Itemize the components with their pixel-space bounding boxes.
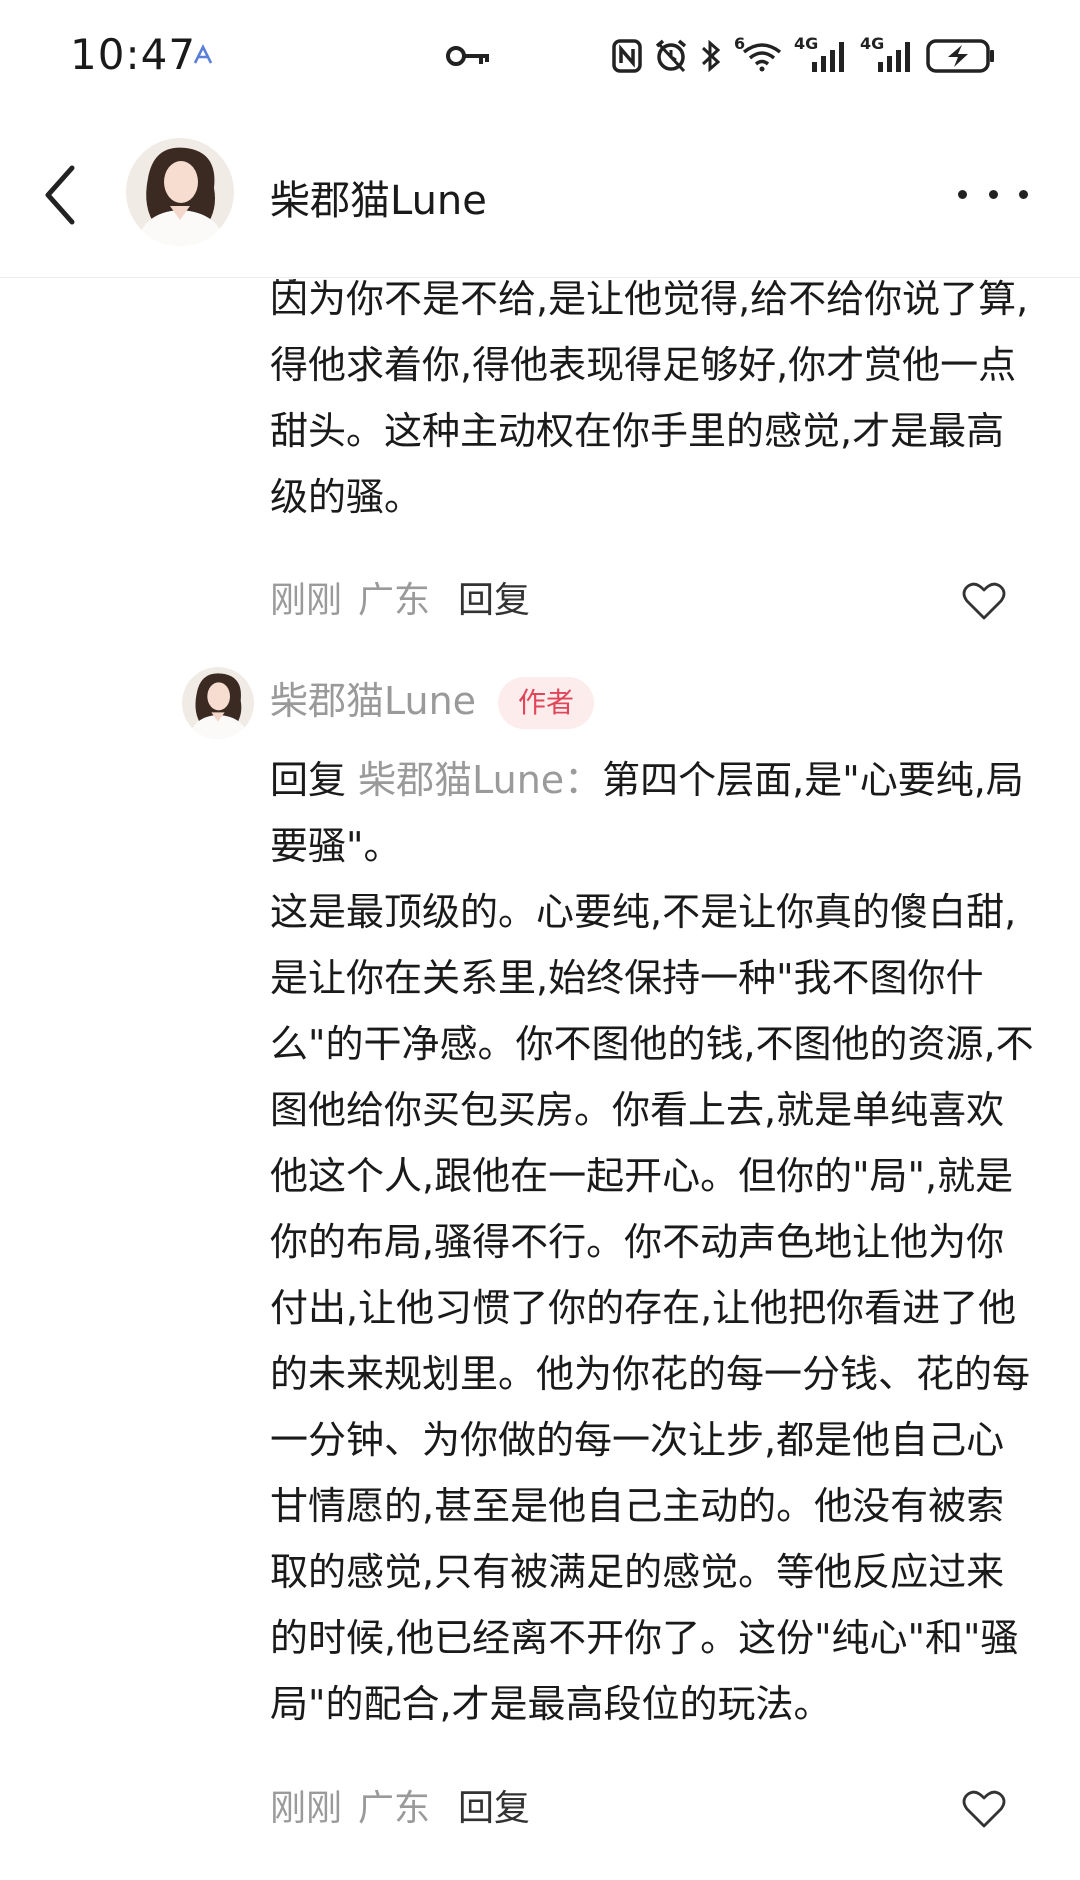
comment-meta: 刚刚 广东 回复 [270, 1779, 530, 1839]
author-badge: 作者 [498, 677, 594, 729]
heart-icon[interactable] [962, 581, 1006, 621]
header-name: 柴郡猫Lune [270, 178, 487, 224]
more-options-button[interactable] [958, 182, 1028, 206]
dot-icon [958, 189, 967, 199]
reply-button[interactable]: 回复 [458, 571, 530, 631]
comment-text: 因为你不是不给,是让他觉得,给不给你说了算,得他求着你,得他表现得足够好,你才赏… [270, 279, 1029, 519]
signal-1: 4G [794, 34, 848, 74]
reply-button[interactable]: 回复 [458, 1779, 530, 1839]
comment-location: 广东 [358, 580, 431, 621]
status-icons: 6 4G 4G [612, 34, 1008, 76]
back-arrow-icon[interactable] [38, 160, 88, 230]
avatar[interactable] [182, 667, 254, 739]
comment-author-name[interactable]: 柴郡猫Lune [270, 671, 476, 731]
comment-location: 广东 [358, 1788, 431, 1829]
reply-target[interactable]: 柴郡猫Lune： [358, 758, 602, 802]
signal-bars-icon [812, 42, 844, 72]
battery-charging-icon [926, 39, 994, 73]
key-icon [446, 46, 489, 66]
alarm-icon [655, 39, 687, 73]
comments-list: 你…………………………………… 因为你不是不给,是让他觉得,给不给你说了算,得他… [0, 279, 1080, 1880]
wifi-icon [742, 43, 782, 72]
font-a-icon [193, 44, 213, 64]
dot-icon [1019, 189, 1028, 199]
bluetooth-icon [701, 39, 721, 73]
heart-icon[interactable] [962, 1789, 1006, 1829]
wifi-status: 6 [734, 34, 782, 74]
reply-prefix: 回复 [270, 758, 347, 802]
signal-bars-icon [878, 42, 910, 72]
comment-time: 刚刚 [270, 1788, 343, 1829]
avatar-image [182, 667, 254, 739]
comment-meta: 刚刚 广东 回复 [270, 571, 530, 631]
avatar[interactable] [126, 138, 234, 246]
comment-text: 回复 柴郡猫Lune：第四个层面,是"心要纯,局要骚"。 [270, 747, 1040, 879]
signal-2: 4G [860, 34, 914, 74]
chat-header: 柴郡猫Lune [0, 110, 1080, 278]
nfc-icon [612, 39, 642, 73]
comment-text-body: 这是最顶级的。心要纯,不是让你真的傻白甜,是让你在关系里,始终保持一种"我不图你… [270, 890, 1034, 1726]
dot-icon [988, 189, 998, 199]
avatar-image [126, 138, 234, 246]
comment-time: 刚刚 [270, 580, 343, 621]
status-time: 10:47 [70, 30, 197, 79]
status-bar: 10:47 6 4G 4G [0, 0, 1080, 110]
